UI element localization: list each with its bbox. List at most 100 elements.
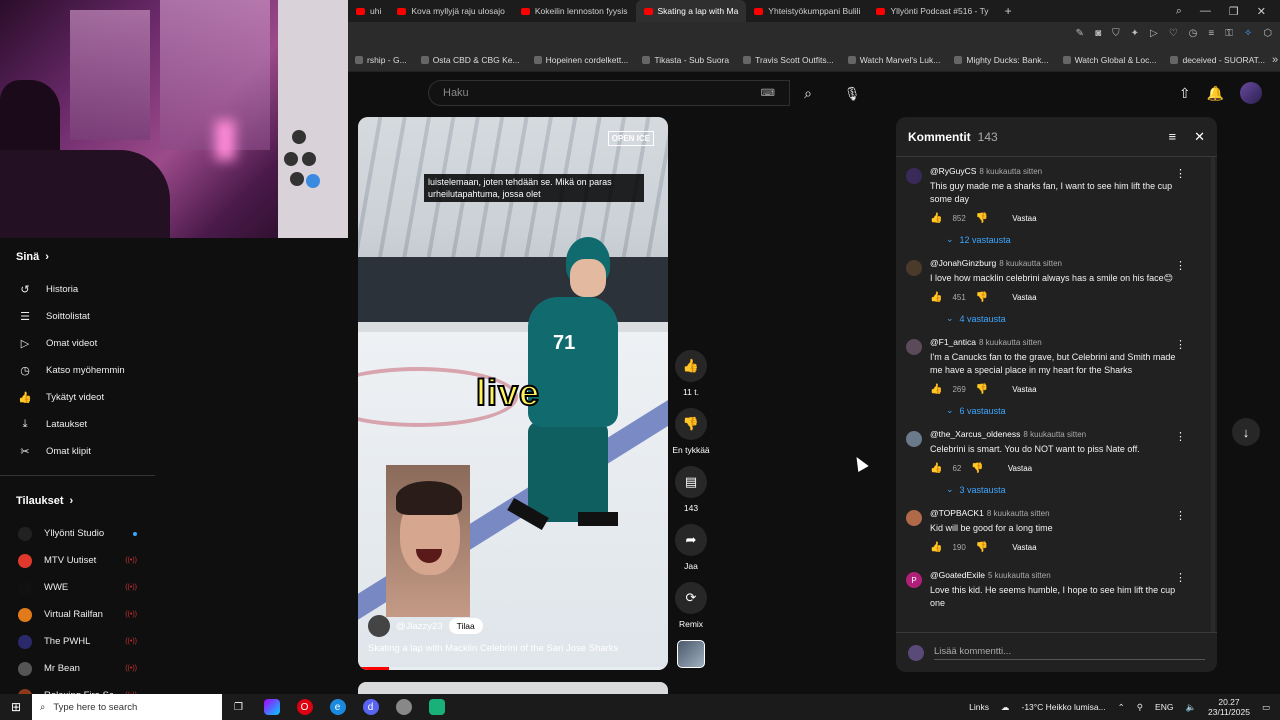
bookmark-item[interactable]: Mighty Ducks: Bank... — [947, 55, 1055, 65]
taskbar-discord[interactable]: d — [354, 699, 387, 715]
minimize-button[interactable]: — — [1200, 5, 1211, 18]
more-actions-icon[interactable]: ⋮ — [1175, 167, 1186, 180]
taskbar-app-5[interactable] — [387, 699, 420, 715]
sidebar-you-heading[interactable]: Sinä › — [0, 238, 155, 276]
subscription-item[interactable]: The PWHL ((•)) — [0, 628, 155, 655]
subscribe-button[interactable]: Tilaa — [448, 618, 483, 634]
next-video-button[interactable]: ↓ — [1232, 418, 1260, 446]
sound-thumbnail[interactable] — [677, 640, 705, 668]
browser-tab[interactable]: Kova myllyjä raju ulosajo — [389, 0, 513, 22]
task-view-button[interactable]: ❐ — [222, 699, 255, 715]
comment-author[interactable]: @GoatedExile — [930, 570, 985, 580]
browser-tab[interactable]: Kokeilin lennoston fyysis — [513, 0, 636, 22]
comment-avatar[interactable] — [906, 168, 922, 184]
subscription-item[interactable]: Yllyönti Studio — [0, 520, 155, 547]
upload-icon[interactable]: ⇧ — [1179, 85, 1191, 102]
reply-button[interactable]: Vastaa — [1008, 464, 1032, 473]
reply-button[interactable]: Vastaa — [1012, 214, 1036, 223]
chevron-up-icon[interactable]: ⌃ — [1118, 702, 1125, 713]
voice-search-button[interactable]: 🎙 — [838, 80, 866, 108]
subscription-item[interactable]: Mr Bean ((•)) — [0, 655, 155, 682]
channel-name[interactable]: @Jlazzy23 — [396, 621, 443, 632]
comment-avatar[interactable] — [906, 431, 922, 447]
camera-icon[interactable]: ◙ — [1095, 28, 1101, 39]
close-window-button[interactable]: ✕ — [1257, 5, 1266, 18]
comment-author[interactable]: @the_Xarcus_oldeness — [930, 429, 1020, 439]
ai-icon[interactable]: ✧ — [1244, 28, 1252, 39]
bookmarks-overflow-icon[interactable]: » — [1272, 54, 1280, 66]
remix-button[interactable]: ⟳ Remix — [675, 582, 707, 629]
weather-text[interactable]: -13°C Heikko lumisa... — [1021, 702, 1105, 712]
heart-icon[interactable]: ♡ — [1169, 28, 1178, 39]
bookmark-item[interactable]: Watch Marvel's Luk... — [841, 55, 948, 65]
edit-icon[interactable]: ✎ — [1076, 28, 1084, 39]
sort-icon[interactable]: ≡ — [1169, 129, 1177, 145]
taskbar-app-6[interactable] — [420, 699, 453, 715]
comment-avatar[interactable]: P — [906, 572, 922, 588]
comments-scrollbar[interactable] — [1211, 157, 1215, 632]
reply-button[interactable]: Vastaa — [1012, 385, 1036, 394]
subscription-item[interactable]: MTV Uutiset ((•)) — [0, 547, 155, 574]
search-tabs-icon[interactable]: ⌕ — [1176, 5, 1182, 18]
bookmark-item[interactable]: Tikasta - Sub Suora — [635, 55, 736, 65]
browser-tab[interactable]: Yhteistyökumppani Bulili — [746, 0, 868, 22]
thumbs-up-icon[interactable]: 👍 — [930, 542, 942, 553]
shield-icon[interactable]: ⛉ — [1112, 28, 1120, 39]
thumbs-down-icon[interactable]: 👎 — [971, 463, 983, 474]
windows-start-button[interactable]: ⊞ — [0, 700, 32, 714]
sidebar-item[interactable]: 👍 Tykätyt videot — [0, 384, 155, 411]
volume-icon[interactable]: 🔈 — [1185, 702, 1196, 713]
view-replies-button[interactable]: ⌄ 3 vastausta — [946, 484, 1178, 495]
bookmark-item[interactable]: Osta CBD & CBG Ke... — [414, 55, 527, 65]
channel-avatar[interactable] — [368, 615, 390, 637]
play-icon[interactable]: ▷ — [1150, 28, 1158, 39]
history-icon[interactable]: ◷ — [1189, 28, 1198, 39]
bookmark-item[interactable]: Hopeinen cordelkett... — [527, 55, 636, 65]
sidebar-item[interactable]: ◷ Katso myöhemmin — [0, 357, 155, 384]
view-replies-button[interactable]: ⌄ 4 vastausta — [946, 313, 1178, 324]
share-button[interactable]: ➦ Jaa — [675, 524, 707, 571]
thumbs-down-icon[interactable]: 👎 — [976, 292, 988, 303]
subscription-item[interactable]: Virtual Railfan ((•)) — [0, 601, 155, 628]
menu-icon[interactable]: ≡ — [1208, 28, 1214, 39]
new-tab-button[interactable]: + — [997, 4, 1020, 18]
subscription-item[interactable]: WWE ((•)) — [0, 574, 155, 601]
clock[interactable]: 20.27 23/11/2025 — [1208, 697, 1250, 717]
cube-icon[interactable]: ⬡ — [1263, 28, 1272, 39]
thumbs-down-icon[interactable]: 👎 — [976, 542, 988, 553]
sidebar-item[interactable]: ☰ Soittolistat — [0, 303, 155, 330]
reply-button[interactable]: Vastaa — [1012, 293, 1036, 302]
bookmark-item[interactable]: rship - G... — [348, 55, 414, 65]
comments-button[interactable]: ▤ 143 — [675, 466, 707, 513]
dislike-button[interactable]: 👎 En tykkää — [672, 408, 710, 455]
video-title[interactable]: Skating a lap with Macklin Celebrini of … — [368, 643, 618, 654]
close-icon[interactable]: ✕ — [1194, 129, 1205, 145]
comment-author[interactable]: @TOPBACK1 — [930, 508, 984, 518]
keyboard-icon[interactable]: ⌨ — [761, 88, 775, 99]
lock-icon[interactable]: ⚿ — [1225, 28, 1233, 39]
view-replies-button[interactable]: ⌄ 6 vastausta — [946, 405, 1178, 416]
taskbar-app-1[interactable] — [255, 699, 288, 715]
taskbar-opera[interactable]: O — [288, 699, 321, 715]
browser-tab[interactable]: Yllyönti Podcast #516 - Ty — [868, 0, 996, 22]
sidebar-item[interactable]: ↺ Historia — [0, 276, 155, 303]
comment-avatar[interactable] — [906, 510, 922, 526]
taskbar-search-input[interactable]: ⌕ Type here to search — [32, 694, 222, 720]
extension-icon[interactable]: ✦ — [1131, 28, 1139, 39]
browser-tab[interactable]: Skating a lap with Ma — [635, 0, 747, 22]
sidebar-item[interactable]: ✂ Omat klipit — [0, 438, 155, 465]
more-actions-icon[interactable]: ⋮ — [1175, 338, 1186, 351]
reply-button[interactable]: Vastaa — [1012, 543, 1036, 552]
search-input[interactable]: Haku ⌨ — [428, 80, 790, 106]
bookmark-item[interactable]: deceived - SUORAT... — [1163, 55, 1272, 65]
view-replies-button[interactable]: ⌄ 12 vastausta — [946, 234, 1178, 245]
more-actions-icon[interactable]: ⋮ — [1175, 509, 1186, 522]
like-button[interactable]: 👍 11 t. — [675, 350, 707, 397]
more-actions-icon[interactable]: ⋮ — [1175, 259, 1186, 272]
notifications-bell-icon[interactable]: 🔔 — [1207, 85, 1224, 102]
thumbs-up-icon[interactable]: 👍 — [930, 213, 942, 224]
thumbs-up-icon[interactable]: 👍 — [930, 292, 942, 303]
comment-avatar[interactable] — [906, 339, 922, 355]
thumbs-up-icon[interactable]: 👍 — [930, 463, 942, 474]
network-icon[interactable]: ⚲ — [1137, 702, 1143, 713]
